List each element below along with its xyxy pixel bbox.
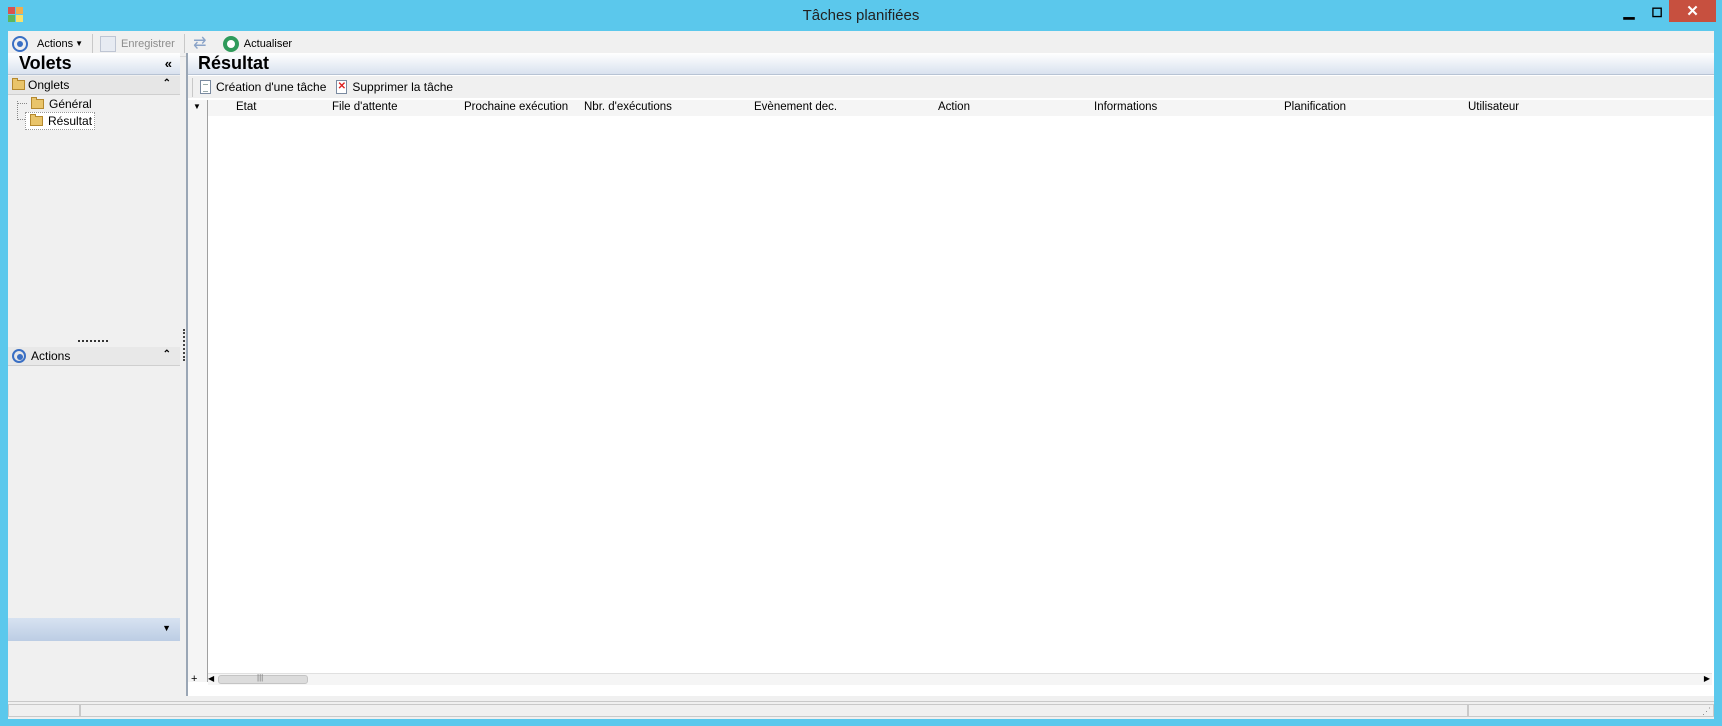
column-header-action[interactable]: Action	[938, 101, 970, 113]
column-header-queue[interactable]: File d'attente	[332, 101, 398, 113]
actions-group-label: Actions	[31, 349, 71, 363]
column-header-next-run[interactable]: Prochaine exécution	[464, 101, 568, 113]
resize-grip-icon[interactable]: ⋰	[1702, 706, 1711, 717]
create-task-label: Création d'une tâche	[216, 80, 327, 94]
minimize-icon: ▁	[1623, 2, 1635, 19]
title-bar[interactable]: Tâches planifiées ▁ ◻ ✕	[0, 0, 1722, 31]
tree-item-label: Résultat	[48, 114, 93, 128]
column-header-run-count[interactable]: Nbr. d'exécutions	[584, 101, 672, 113]
collapse-pane-icon[interactable]: «	[165, 56, 172, 71]
result-pane: Résultat Création d'une tâche ✕ Supprime…	[186, 53, 1714, 696]
tree-item-label: Général	[49, 97, 92, 111]
tree-item-general[interactable]: Général	[27, 96, 92, 112]
document-icon	[200, 80, 211, 94]
open-folder-icon	[30, 114, 43, 126]
actions-dropdown[interactable]: Actions ▼	[33, 33, 87, 55]
collapse-group-icon[interactable]: ⌃	[163, 78, 171, 89]
actions-label: Actions	[37, 37, 74, 50]
close-icon: ✕	[1686, 3, 1699, 20]
window-title: Tâches planifiées	[802, 7, 920, 24]
toolbar-separator	[92, 34, 93, 53]
sync-icon: ⇄	[193, 34, 207, 52]
result-title: Résultat	[198, 53, 270, 73]
column-header-schedule[interactable]: Planification	[1284, 101, 1346, 113]
actions-group-header[interactable]: Actions ⌃	[8, 347, 180, 366]
panes-header: Volets «	[8, 53, 180, 75]
maximize-icon: ◻	[1651, 2, 1663, 19]
tasks-grid[interactable]: ▼ Etat File d'attente Prochaine exécutio…	[188, 100, 1714, 685]
save-button[interactable]: Enregistrer	[96, 33, 179, 55]
expand-icon[interactable]: +	[191, 673, 197, 685]
application-window: Tâches planifiées ▁ ◻ ✕ Actions ▼ Enregi…	[0, 0, 1722, 726]
save-icon	[100, 35, 116, 52]
tabs-group-header[interactable]: Onglets ⌃	[8, 76, 180, 95]
status-cell	[1468, 704, 1714, 717]
chevron-down-icon[interactable]: ▼	[162, 623, 171, 633]
delete-task-button[interactable]: ✕ Supprimer la tâche	[332, 76, 457, 98]
delete-document-icon: ✕	[336, 80, 348, 94]
scrollbar-thumb[interactable]	[218, 673, 308, 684]
sync-button[interactable]: ⇄	[188, 33, 217, 55]
pane-resize-grip[interactable]	[78, 340, 108, 344]
status-cell	[80, 704, 1468, 717]
pane-footer[interactable]: ▼	[8, 618, 180, 641]
column-header-information[interactable]: Informations	[1094, 101, 1157, 113]
column-header-trigger-event[interactable]: Evènement dec.	[754, 101, 837, 113]
grid-header: Etat File d'attente Prochaine exécution …	[208, 100, 1714, 116]
row-header-column: ▼	[188, 100, 208, 682]
gear-icon	[12, 35, 28, 52]
close-button[interactable]: ✕	[1669, 0, 1716, 22]
tree-connector	[17, 103, 27, 104]
horizontal-scrollbar[interactable]: + ◀ ▶	[191, 673, 1712, 685]
chevron-down-icon: ▼	[75, 39, 83, 48]
create-task-button[interactable]: Création d'une tâche	[196, 76, 330, 98]
folder-icon	[31, 97, 44, 109]
tree-item-result[interactable]: Résultat	[25, 112, 96, 130]
result-toolbar: Création d'une tâche ✕ Supprimer la tâch…	[188, 76, 1714, 98]
toolbar-separator	[192, 77, 193, 97]
save-label: Enregistrer	[121, 37, 175, 50]
folder-icon	[12, 78, 25, 90]
splitter-grip[interactable]	[183, 329, 185, 361]
minimize-button[interactable]: ▁	[1616, 0, 1642, 22]
refresh-icon	[222, 35, 239, 52]
refresh-button[interactable]: Actualiser	[219, 33, 296, 55]
maximize-button[interactable]: ◻	[1644, 0, 1670, 22]
client-area: Actions ▼ Enregistrer ⇄ Actualiser Volet…	[8, 31, 1714, 719]
column-header-state[interactable]: Etat	[236, 101, 256, 113]
status-bar: ⋰	[8, 701, 1714, 719]
left-pane: Volets « Onglets ⌃ Général Résultat Acti…	[8, 53, 180, 696]
refresh-label: Actualiser	[243, 37, 293, 50]
tabs-group-label: Onglets	[28, 78, 70, 92]
column-header-user[interactable]: Utilisateur	[1468, 101, 1519, 113]
collapse-group-icon[interactable]: ⌃	[163, 349, 171, 360]
panes-title: Volets	[19, 53, 72, 73]
toolbar-separator	[183, 34, 185, 53]
scroll-left-icon[interactable]: ◀	[208, 674, 214, 683]
result-header: Résultat	[188, 53, 1714, 75]
scroll-right-icon[interactable]: ▶	[1704, 674, 1710, 683]
gear-icon	[12, 349, 26, 363]
delete-task-label: Supprimer la tâche	[352, 80, 454, 94]
chevron-down-icon[interactable]: ▼	[193, 102, 201, 111]
status-cell	[8, 704, 80, 717]
